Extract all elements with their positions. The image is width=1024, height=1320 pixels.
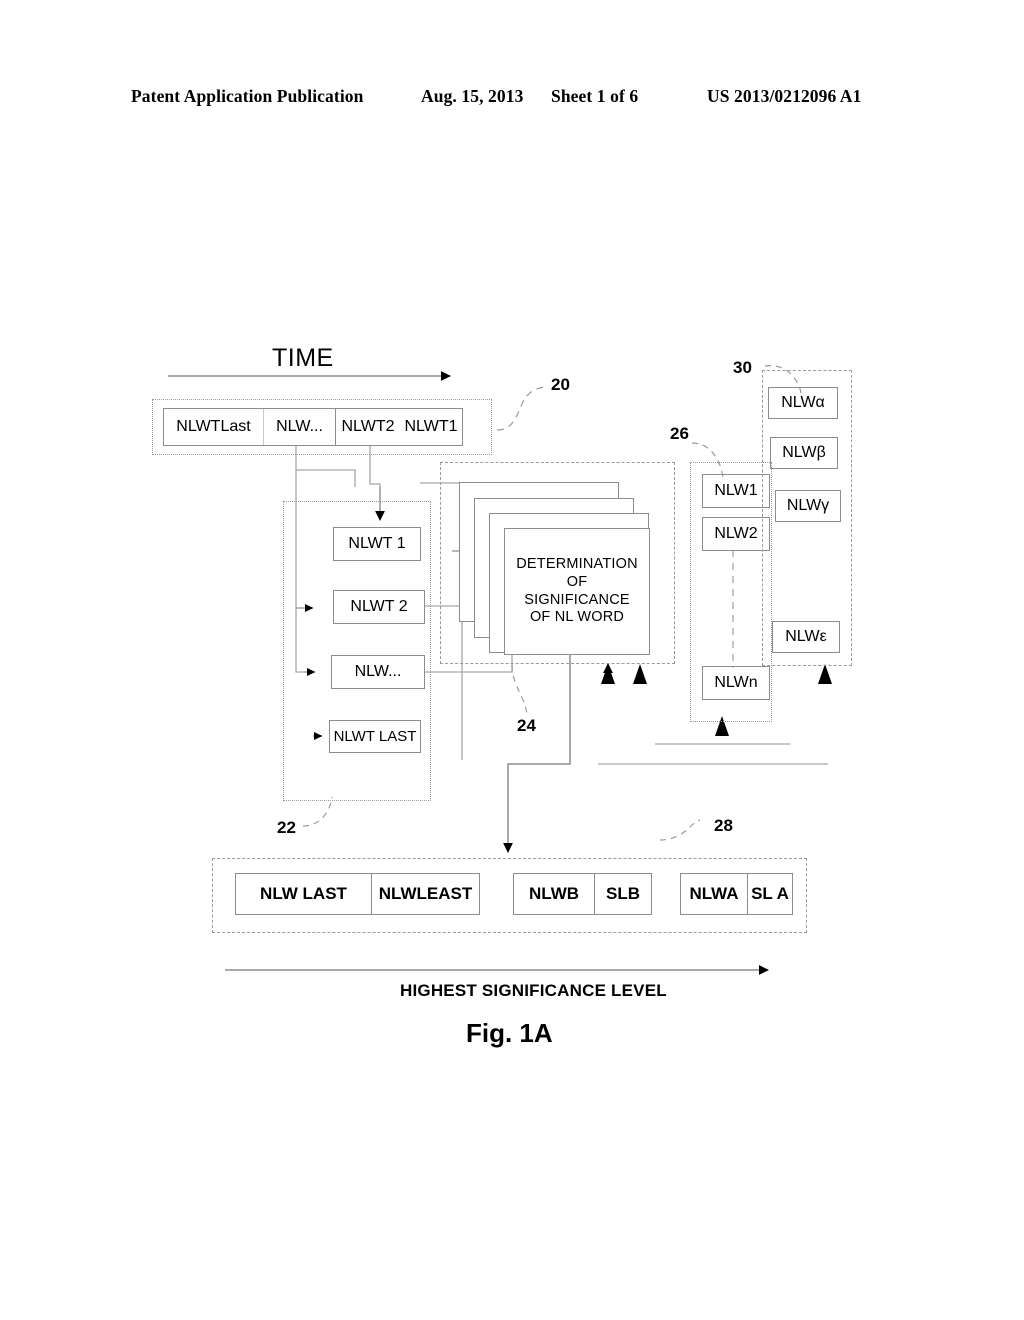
output-cell-nlw-last: NLW LAST [260, 884, 347, 903]
figure-1a: TIME 20 NLWTLast NLW... NLWT2 NLWT1 22 N… [0, 0, 1024, 1320]
determination-box: DETERMINATION OF SIGNIFICANCE OF NL WORD [504, 528, 650, 655]
significance-box-nlw-gamma: NLWγ [775, 490, 841, 522]
ref-numeral-24: 24 [517, 716, 536, 735]
significance-box-nlw-epsilon: NLWε [772, 621, 840, 653]
significance-axis-label: HIGHEST SIGNIFICANCE LEVEL [400, 981, 667, 1000]
determination-line-4: OF NL WORD [529, 609, 625, 626]
timeline-strip: NLWTLast NLW... NLWT2 NLWT1 [163, 408, 463, 446]
output-group-a: NLWA SL A [680, 873, 793, 915]
word-box-nlw1: NLW1 [702, 474, 770, 508]
timeline-cell-nlwt1: NLWT1 [404, 418, 458, 435]
word-box-nlw2: NLW2 [702, 517, 770, 551]
timeline-cell-nlwdots: NLW... [264, 409, 336, 445]
output-cell-nlwb: NLWB [528, 884, 580, 903]
token-box-nlwt-1: NLWT 1 [333, 527, 421, 561]
token-box-nlwt-2: NLWT 2 [333, 590, 425, 624]
ref-numeral-26: 26 [670, 424, 689, 443]
output-cell-slb: SLB [594, 874, 651, 914]
token-box-nlw-dots: NLW... [331, 655, 425, 689]
time-axis-label: TIME [272, 344, 334, 372]
significance-box-nlw-beta: NLWβ [770, 437, 838, 469]
ref-numeral-28: 28 [714, 816, 733, 835]
output-group-last: NLW LAST NLWLEAST [235, 873, 480, 915]
determination-line-2: OF [566, 573, 588, 590]
output-cell-sl-a: SL A [747, 874, 792, 914]
determination-line-3: SIGNIFICANCE [524, 591, 630, 608]
significance-box-nlw-alpha: NLWα [768, 387, 838, 419]
ref-numeral-20: 20 [551, 375, 570, 394]
output-cell-nlwleast: NLWLEAST [371, 874, 479, 914]
timeline-cell-nlwtlast: NLWTLast [164, 409, 264, 445]
figure-caption: Fig. 1A [466, 1018, 553, 1048]
word-box-nlwn: NLWn [702, 666, 770, 700]
output-cell-nlwa: NLWA [689, 884, 739, 903]
timeline-cell-nlwt2: NLWT2 [341, 418, 395, 435]
ref-numeral-30: 30 [733, 358, 752, 377]
token-box-nlwt-last: NLWT LAST [329, 720, 421, 753]
output-group-b: NLWB SLB [513, 873, 652, 915]
ref-numeral-22: 22 [277, 818, 296, 837]
determination-line-1: DETERMINATION [516, 556, 638, 573]
